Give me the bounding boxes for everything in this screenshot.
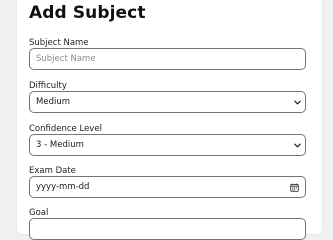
calendar-icon[interactable] <box>290 183 299 192</box>
exam-date-input[interactable]: yyyy-mm-dd <box>29 176 306 198</box>
exam-date-label: Exam Date <box>29 166 76 176</box>
difficulty-label: Difficulty <box>29 81 67 91</box>
exam-date-placeholder: yyyy-mm-dd <box>36 182 90 192</box>
subject-name-placeholder: Subject Name <box>36 54 96 64</box>
chevron-down-icon <box>294 100 301 105</box>
form-card <box>17 0 322 234</box>
subject-name-label: Subject Name <box>29 38 89 48</box>
goal-input[interactable] <box>29 218 306 240</box>
page-title: Add Subject <box>29 3 146 23</box>
difficulty-selected-value: Medium <box>36 97 70 107</box>
subject-name-input[interactable]: Subject Name <box>29 48 306 70</box>
confidence-level-label: Confidence Level <box>29 124 102 134</box>
goal-label: Goal <box>29 208 49 218</box>
difficulty-select[interactable]: Medium <box>29 91 306 113</box>
confidence-level-select[interactable]: 3 - Medium <box>29 134 306 156</box>
chevron-down-icon <box>294 143 301 148</box>
confidence-selected-value: 3 - Medium <box>36 140 84 150</box>
